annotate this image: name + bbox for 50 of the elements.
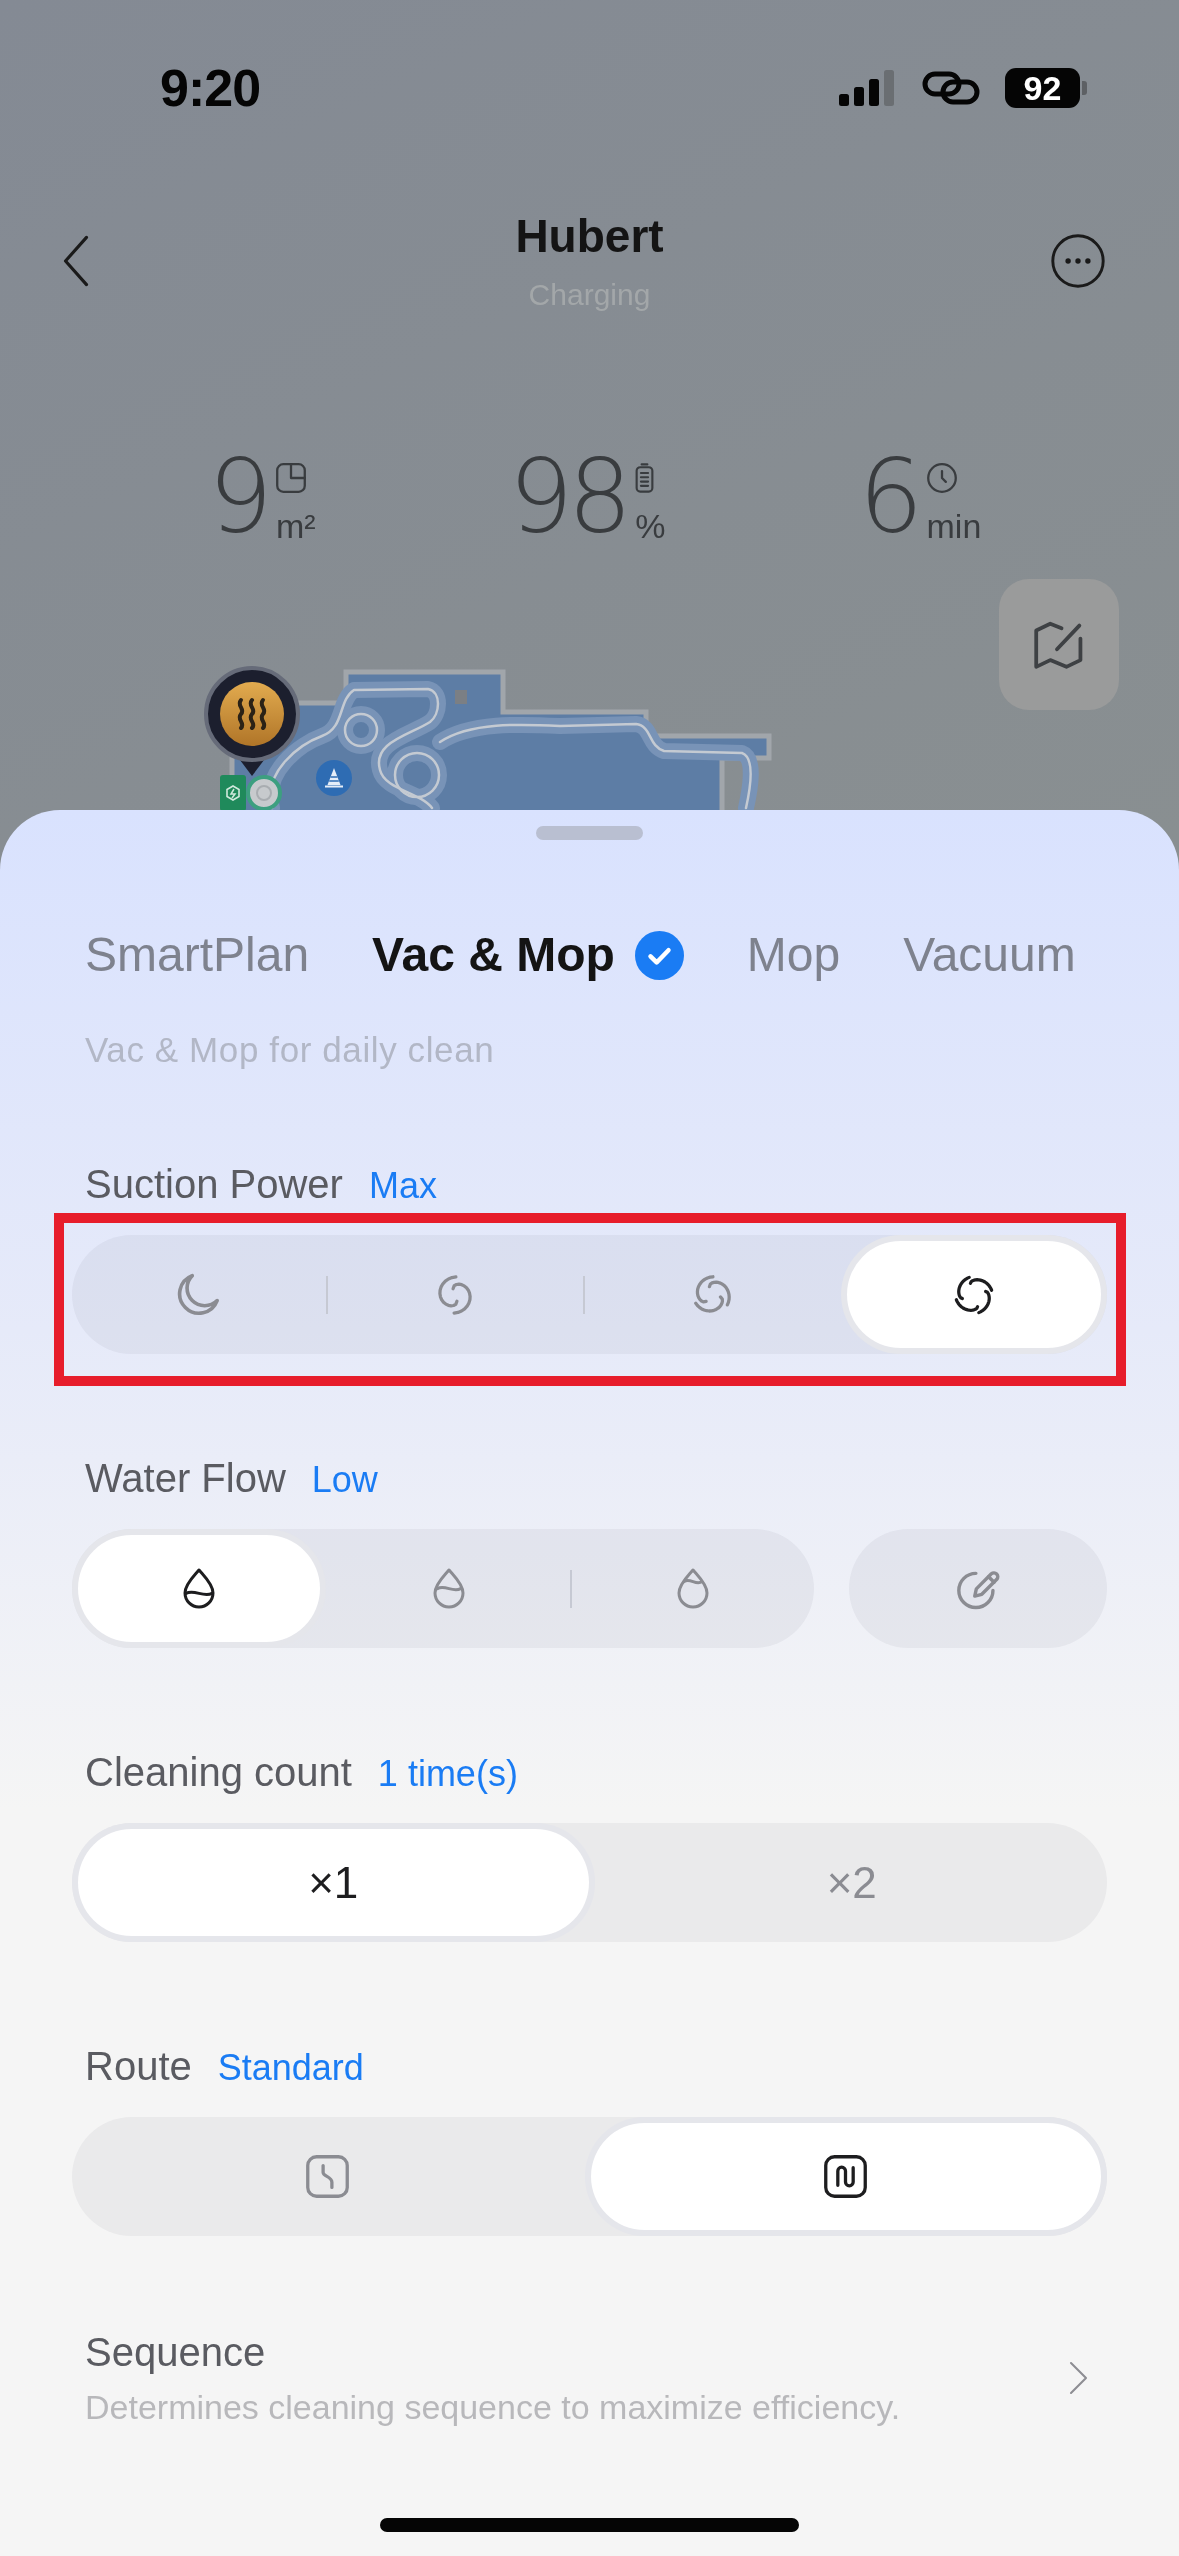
status-time: 9:20 bbox=[160, 60, 261, 116]
stat-unit: m² bbox=[275, 509, 316, 543]
device-name: Hubert bbox=[515, 209, 664, 264]
setting-label: Suction Power bbox=[85, 1161, 343, 1208]
mode-tab[interactable]: SmartPlan bbox=[85, 925, 310, 985]
curved-path-icon bbox=[305, 2155, 349, 2198]
setting-label: Route bbox=[85, 2043, 192, 2090]
setting-value: Max bbox=[368, 1164, 437, 1208]
cone-marker-icon bbox=[316, 760, 352, 796]
chevron-right-icon[interactable] bbox=[1068, 2360, 1089, 2396]
check-icon bbox=[634, 930, 684, 980]
mode-tab[interactable]: Vac & Mop bbox=[372, 925, 684, 985]
stat-unit: % bbox=[635, 509, 666, 543]
segment-button[interactable]: ×1 bbox=[72, 1823, 595, 1942]
swirl-icon bbox=[953, 1274, 994, 1315]
water-drop-icon bbox=[183, 1568, 215, 1609]
drag-handle[interactable] bbox=[536, 826, 643, 840]
steam-marker-icon bbox=[202, 666, 302, 778]
segment-button[interactable]: ×2 bbox=[596, 1823, 1107, 1942]
swirl-icon bbox=[691, 1274, 732, 1315]
setting-value: Standard bbox=[217, 2046, 364, 2090]
stat-unit: min bbox=[926, 509, 982, 543]
moon-icon bbox=[177, 1271, 222, 1318]
mode-tab[interactable]: Mop bbox=[746, 925, 841, 985]
link-icon bbox=[922, 71, 980, 105]
back-icon[interactable] bbox=[62, 234, 90, 288]
battery-icon bbox=[635, 463, 655, 493]
setting-value: Low bbox=[311, 1458, 378, 1502]
charging-dock-icon bbox=[220, 775, 246, 810]
water-drop-icon bbox=[677, 1568, 709, 1609]
stat-value: 98 bbox=[508, 445, 627, 549]
map-edit-icon bbox=[1034, 620, 1084, 669]
battery-percentage: 92 bbox=[1005, 68, 1080, 108]
setting-label: Water Flow bbox=[85, 1455, 286, 1502]
area-icon bbox=[275, 463, 306, 493]
sequence-title: Sequence bbox=[85, 2329, 266, 2376]
clock-icon bbox=[926, 463, 957, 493]
stat-value: 6 bbox=[858, 445, 918, 549]
robot-icon bbox=[246, 775, 282, 810]
water-drop-icon bbox=[433, 1568, 465, 1609]
signal-icon bbox=[839, 70, 897, 106]
serpentine-path-icon bbox=[824, 2155, 868, 2198]
more-icon[interactable] bbox=[1051, 234, 1105, 288]
sequence-description: Determines cleaning sequence to maximize efficiency. bbox=[85, 2387, 901, 2428]
stat-value: 9 bbox=[208, 445, 267, 549]
map-edit-button[interactable] bbox=[999, 579, 1119, 710]
battery-cap-icon bbox=[1082, 81, 1087, 95]
setting-value: 1 time(s) bbox=[377, 1752, 518, 1796]
setting-label: Cleaning count bbox=[85, 1749, 352, 1796]
mode-tab[interactable]: Vacuum bbox=[903, 925, 1076, 985]
